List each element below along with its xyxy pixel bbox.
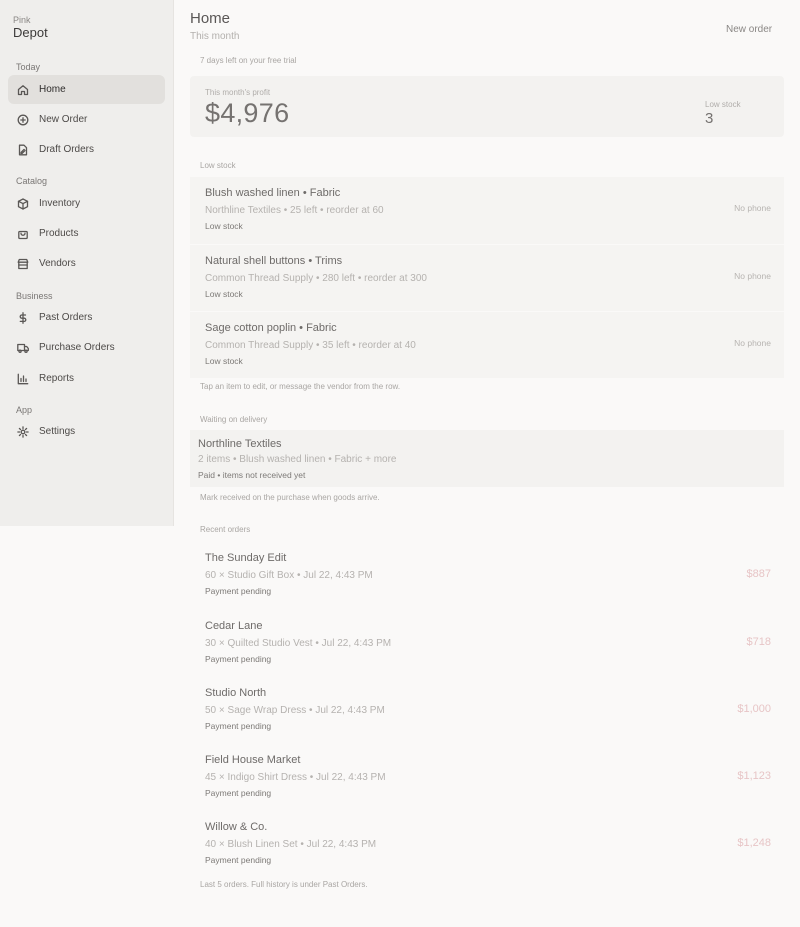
section-heading-recent-orders: Recent orders xyxy=(200,525,251,534)
sidebar-item-label: Reports xyxy=(39,373,75,384)
customer-name: Cedar Lane xyxy=(205,620,263,632)
order-amount: $718 xyxy=(746,636,771,648)
status-badge: Low stock xyxy=(205,356,243,366)
profit-card: This month's profit $4,976 Low stock 3 xyxy=(190,76,784,137)
vendor-contact: No phone xyxy=(734,338,771,348)
vendor-name: Northline Textiles xyxy=(198,438,282,450)
sidebar-item-label: Purchase Orders xyxy=(39,342,115,353)
order-detail: 50 × Sage Wrap Dress • Jul 22, 4:43 PM xyxy=(205,705,385,716)
item-title: Blush washed linen • Fabric xyxy=(205,187,341,199)
trial-notice: 7 days left on your free trial xyxy=(200,56,297,65)
table-row[interactable]: Field House Market 45 × Indigo Shirt Dre… xyxy=(190,743,784,810)
low-stock-count: 3 xyxy=(705,110,714,127)
bag-icon xyxy=(17,228,29,240)
recent-orders-footnote: Last 5 orders. Full history is under Pas… xyxy=(200,880,368,889)
dollar-icon xyxy=(17,311,29,324)
sidebar: Pink Depot Today Home New Order Draft Or… xyxy=(0,0,174,526)
section-label-business: Business xyxy=(16,291,53,301)
sidebar-item-label: Past Orders xyxy=(39,312,93,323)
delivery-detail: 2 items • Blush washed linen • Fabric + … xyxy=(198,454,397,465)
bar-chart-icon xyxy=(17,373,29,385)
low-stock-footnote: Tap an item to edit, or message the vend… xyxy=(200,382,401,391)
delivery-card[interactable]: Northline Textiles 2 items • Blush washe… xyxy=(190,430,784,487)
customer-name: Willow & Co. xyxy=(205,821,268,833)
sidebar-item-purchase-orders[interactable]: Purchase Orders xyxy=(8,333,165,362)
profit-label: This month's profit xyxy=(205,88,271,97)
list-item[interactable]: Natural shell buttons • Trims Common Thr… xyxy=(190,244,784,311)
section-label-catalog: Catalog xyxy=(16,176,48,186)
item-title: Natural shell buttons • Trims xyxy=(205,255,343,267)
sidebar-item-label: New Order xyxy=(39,114,88,125)
home-icon xyxy=(17,84,29,96)
item-title: Sage cotton poplin • Fabric xyxy=(205,322,337,334)
status-badge: Paid • items not received yet xyxy=(198,470,306,480)
draft-icon xyxy=(17,144,29,156)
customer-name: The Sunday Edit xyxy=(205,552,287,564)
brand-subtitle: Pink xyxy=(13,15,31,25)
section-heading-delivery: Waiting on delivery xyxy=(200,415,268,424)
table-row[interactable]: Willow & Co. 40 × Blush Linen Set • Jul … xyxy=(190,810,784,877)
sidebar-item-draft-orders[interactable]: Draft Orders xyxy=(8,135,165,164)
low-stock-list: Blush washed linen • Fabric Northline Te… xyxy=(190,177,784,378)
item-detail: Common Thread Supply • 35 left • reorder… xyxy=(205,340,416,351)
plus-circle-icon xyxy=(17,114,29,126)
table-row[interactable]: Cedar Lane 30 × Quilted Studio Vest • Ju… xyxy=(190,609,784,676)
sidebar-item-label: Inventory xyxy=(39,198,81,209)
store-icon xyxy=(17,258,29,270)
order-detail: 30 × Quilted Studio Vest • Jul 22, 4:43 … xyxy=(205,638,392,649)
sidebar-item-products[interactable]: Products xyxy=(8,219,165,248)
customer-name: Studio North xyxy=(205,687,267,699)
customer-name: Field House Market xyxy=(205,754,301,766)
section-heading-low-stock: Low stock xyxy=(200,161,236,170)
list-item[interactable]: Blush washed linen • Fabric Northline Te… xyxy=(190,177,784,244)
profit-value: $4,976 xyxy=(205,98,290,128)
sidebar-item-settings[interactable]: Settings xyxy=(8,417,165,446)
sidebar-item-label: Vendors xyxy=(39,258,76,269)
order-detail: 60 × Studio Gift Box • Jul 22, 4:43 PM xyxy=(205,570,373,581)
order-detail: 40 × Blush Linen Set • Jul 22, 4:43 PM xyxy=(205,839,377,850)
recent-orders-list: The Sunday Edit 60 × Studio Gift Box • J… xyxy=(190,542,784,877)
section-label-app: App xyxy=(16,405,33,415)
sidebar-item-label: Home xyxy=(39,84,66,95)
item-detail: Common Thread Supply • 280 left • reorde… xyxy=(205,273,427,284)
new-order-button[interactable]: New order xyxy=(718,22,780,37)
truck-icon xyxy=(17,342,29,354)
order-amount: $1,123 xyxy=(737,770,771,782)
section-label-today: Today xyxy=(16,62,41,72)
status-badge: Payment pending xyxy=(205,654,272,664)
status-badge: Payment pending xyxy=(205,788,272,798)
status-badge: Payment pending xyxy=(205,586,272,596)
box-icon xyxy=(17,197,29,210)
vendor-contact: No phone xyxy=(734,203,771,213)
gear-icon xyxy=(17,425,29,438)
order-amount: $1,248 xyxy=(737,837,771,849)
status-badge: Low stock xyxy=(205,289,243,299)
page-subtitle: This month xyxy=(190,31,240,42)
item-detail: Northline Textiles • 25 left • reorder a… xyxy=(205,205,384,216)
sidebar-item-new-order[interactable]: New Order xyxy=(8,105,165,134)
sidebar-item-label: Settings xyxy=(39,426,76,437)
order-detail: 45 × Indigo Shirt Dress • Jul 22, 4:43 P… xyxy=(205,772,386,783)
sidebar-item-reports[interactable]: Reports xyxy=(8,364,165,393)
table-row[interactable]: Studio North 50 × Sage Wrap Dress • Jul … xyxy=(190,676,784,743)
page-title: Home xyxy=(190,10,231,27)
sidebar-item-past-orders[interactable]: Past Orders xyxy=(8,303,165,332)
sidebar-item-vendors[interactable]: Vendors xyxy=(8,249,165,278)
delivery-footnote: Mark received on the purchase when goods… xyxy=(200,493,380,502)
status-badge: Low stock xyxy=(205,221,243,231)
sidebar-item-inventory[interactable]: Inventory xyxy=(8,189,165,218)
sidebar-item-label: Draft Orders xyxy=(39,144,95,155)
order-amount: $887 xyxy=(746,568,771,580)
list-item[interactable]: Sage cotton poplin • Fabric Common Threa… xyxy=(190,311,784,378)
order-amount: $1,000 xyxy=(737,703,771,715)
status-badge: Payment pending xyxy=(205,721,272,731)
sidebar-item-home[interactable]: Home xyxy=(8,75,165,104)
status-badge: Payment pending xyxy=(205,855,272,865)
brand-name[interactable]: Depot xyxy=(13,25,48,40)
vendor-contact: No phone xyxy=(734,271,771,281)
low-stock-count-label: Low stock xyxy=(705,100,741,109)
sidebar-item-label: Products xyxy=(39,228,79,239)
table-row[interactable]: The Sunday Edit 60 × Studio Gift Box • J… xyxy=(190,542,784,609)
